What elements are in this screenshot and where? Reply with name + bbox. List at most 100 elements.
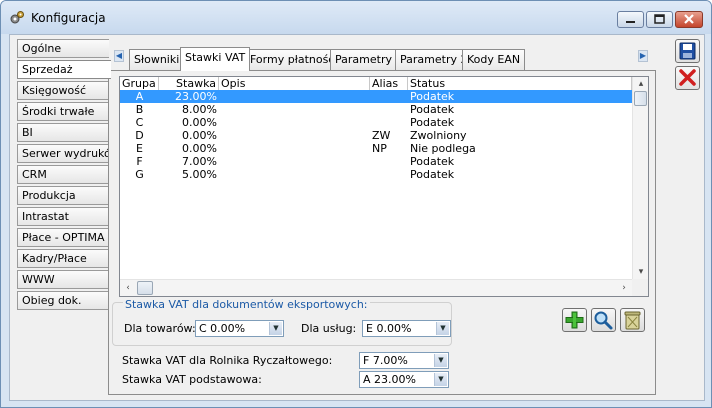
goods-label: Dla towarów: [124, 322, 196, 335]
chevron-down-icon[interactable]: ▼ [434, 373, 447, 386]
save-icon [679, 42, 696, 60]
cell-opis [221, 168, 367, 181]
vat-rates-grid[interactable]: Grupa Stawka Opis Alias Status A 23.00% … [119, 76, 649, 297]
chevron-down-icon[interactable]: ▼ [434, 354, 447, 367]
search-button[interactable] [591, 308, 616, 332]
cancel-button[interactable] [675, 66, 700, 90]
table-row[interactable]: B 8.00% Podatek [120, 103, 632, 116]
services-label: Dla usług: [301, 322, 357, 335]
cell-alias [372, 90, 406, 103]
cell-stawka: 0.00% [182, 116, 217, 129]
table-row[interactable]: C 0.00% Podatek [120, 116, 632, 129]
sidebar-item-kadry-place[interactable]: Kadry/Płace [17, 249, 109, 268]
farmer-vat-select[interactable]: F 7.00% ▼ [359, 352, 449, 369]
sidebar-item-intrastat[interactable]: Intrastat [17, 207, 109, 226]
base-vat-value: A 23.00% [363, 373, 416, 386]
cell-grupa: G [135, 168, 144, 181]
table-row[interactable]: D 0.00% ZW Zwolniony [120, 129, 632, 142]
column-header-grupa[interactable]: Grupa [120, 77, 159, 90]
column-header-stawka[interactable]: Stawka [159, 77, 219, 90]
tab-formy-platnosci[interactable]: Formy płatności [245, 49, 343, 70]
tab-slowniki[interactable]: Słowniki [129, 49, 185, 70]
table-row[interactable]: F 7.00% Podatek [120, 155, 632, 168]
title-bar[interactable]: Konfiguracja [1, 1, 711, 34]
cell-stawka: 5.00% [182, 168, 217, 181]
cell-stawka: 23.00% [175, 90, 217, 103]
tab-kody-ean[interactable]: Kody EAN [462, 49, 526, 70]
close-icon [684, 14, 694, 24]
trash-icon [624, 311, 641, 330]
cancel-icon [679, 69, 696, 86]
scroll-right-icon[interactable]: › [616, 281, 632, 295]
cell-opis [221, 116, 367, 129]
cell-grupa: C [135, 116, 144, 129]
save-button[interactable] [675, 39, 700, 63]
grid-horizontal-scrollbar[interactable]: ‹ › [120, 279, 632, 296]
goods-vat-select[interactable]: C 0.00% ▼ [195, 320, 284, 337]
cell-status: Podatek [410, 90, 455, 103]
scroll-down-icon[interactable]: ▾ [633, 265, 648, 279]
table-row[interactable]: E 0.00% NP Nie podlega [120, 142, 632, 155]
delete-button[interactable] [620, 308, 645, 332]
sidebar-item-produkcja[interactable]: Produkcja [17, 186, 109, 205]
tab-scroll-right-button[interactable]: ▶ [638, 50, 648, 62]
cell-alias [372, 155, 406, 168]
cell-grupa: A [135, 90, 144, 103]
cell-stawka: 7.00% [182, 155, 217, 168]
column-header-status[interactable]: Status [408, 77, 632, 90]
tab-stawki-vat[interactable]: Stawki VAT [180, 47, 251, 71]
horizontal-scroll-thumb[interactable] [137, 281, 153, 295]
cell-opis [221, 142, 367, 155]
cell-opis [221, 90, 367, 103]
maximize-icon [654, 14, 665, 24]
close-button[interactable] [675, 11, 703, 28]
scrollbar-corner [632, 279, 648, 296]
goods-vat-value: C 0.00% [199, 322, 246, 335]
sidebar-item-srodki-trwale[interactable]: Środki trwałe [17, 102, 109, 121]
tab-strip: ◀ Słowniki Stawki VAT Formy płatności Pa… [108, 47, 656, 71]
cell-stawka: 0.00% [182, 142, 217, 155]
tab-scroll-left-button[interactable]: ◀ [114, 50, 124, 62]
base-vat-select[interactable]: A 23.00% ▼ [359, 371, 449, 388]
farmer-vat-value: F 7.00% [363, 354, 408, 367]
cell-status: Podatek [410, 168, 455, 181]
cell-alias [372, 103, 406, 116]
sidebar-item-place-optima[interactable]: Płace - OPTIMA [17, 228, 109, 247]
grid-header: Grupa Stawka Opis Alias Status [120, 77, 632, 91]
cell-stawka: 0.00% [182, 129, 217, 142]
cell-status: Zwolniony [410, 129, 467, 142]
column-header-opis[interactable]: Opis [219, 77, 370, 90]
minimize-button[interactable] [617, 11, 644, 28]
sidebar-item-serwer-wydrukow[interactable]: Serwer wydruków [17, 144, 109, 163]
cell-status: Podatek [410, 155, 455, 168]
cell-alias [372, 116, 406, 129]
chevron-down-icon[interactable]: ▼ [269, 322, 282, 335]
cell-alias: NP [372, 142, 387, 155]
cell-opis [221, 155, 367, 168]
table-row[interactable]: A 23.00% Podatek [120, 90, 632, 103]
add-button[interactable] [562, 308, 587, 332]
grid-vertical-scrollbar[interactable]: ▴ ▾ [632, 77, 648, 279]
sidebar-item-ksiegowosc[interactable]: Księgowość [17, 81, 109, 100]
cell-opis [221, 129, 367, 142]
sidebar-item-www[interactable]: WWW [17, 270, 109, 289]
maximize-button[interactable] [646, 11, 673, 28]
sidebar-item-crm[interactable]: CRM [17, 165, 109, 184]
sidebar-item-sprzedaz[interactable]: Sprzedaż [17, 60, 111, 79]
chevron-down-icon[interactable]: ▼ [436, 322, 449, 335]
magnifier-icon [594, 311, 613, 330]
sidebar-item-obieg-dok[interactable]: Obieg dok. [17, 291, 109, 310]
cell-status: Podatek [410, 103, 455, 116]
column-header-alias[interactable]: Alias [370, 77, 408, 90]
scroll-up-icon[interactable]: ▴ [633, 77, 648, 91]
vertical-scroll-thumb[interactable] [634, 91, 647, 106]
services-vat-select[interactable]: E 0.00% ▼ [362, 320, 451, 337]
base-vat-label: Stawka VAT podstawowa: [122, 373, 262, 386]
scroll-left-icon[interactable]: ‹ [120, 281, 136, 295]
sidebar-item-ogolne[interactable]: Ogólne [17, 39, 109, 58]
sidebar-item-bi[interactable]: BI [17, 123, 109, 142]
table-row[interactable]: G 5.00% Podatek [120, 168, 632, 181]
cell-alias [372, 168, 406, 181]
cell-status: Podatek [410, 116, 455, 129]
tab-parametry-2[interactable]: Parametry 2 [395, 49, 473, 70]
